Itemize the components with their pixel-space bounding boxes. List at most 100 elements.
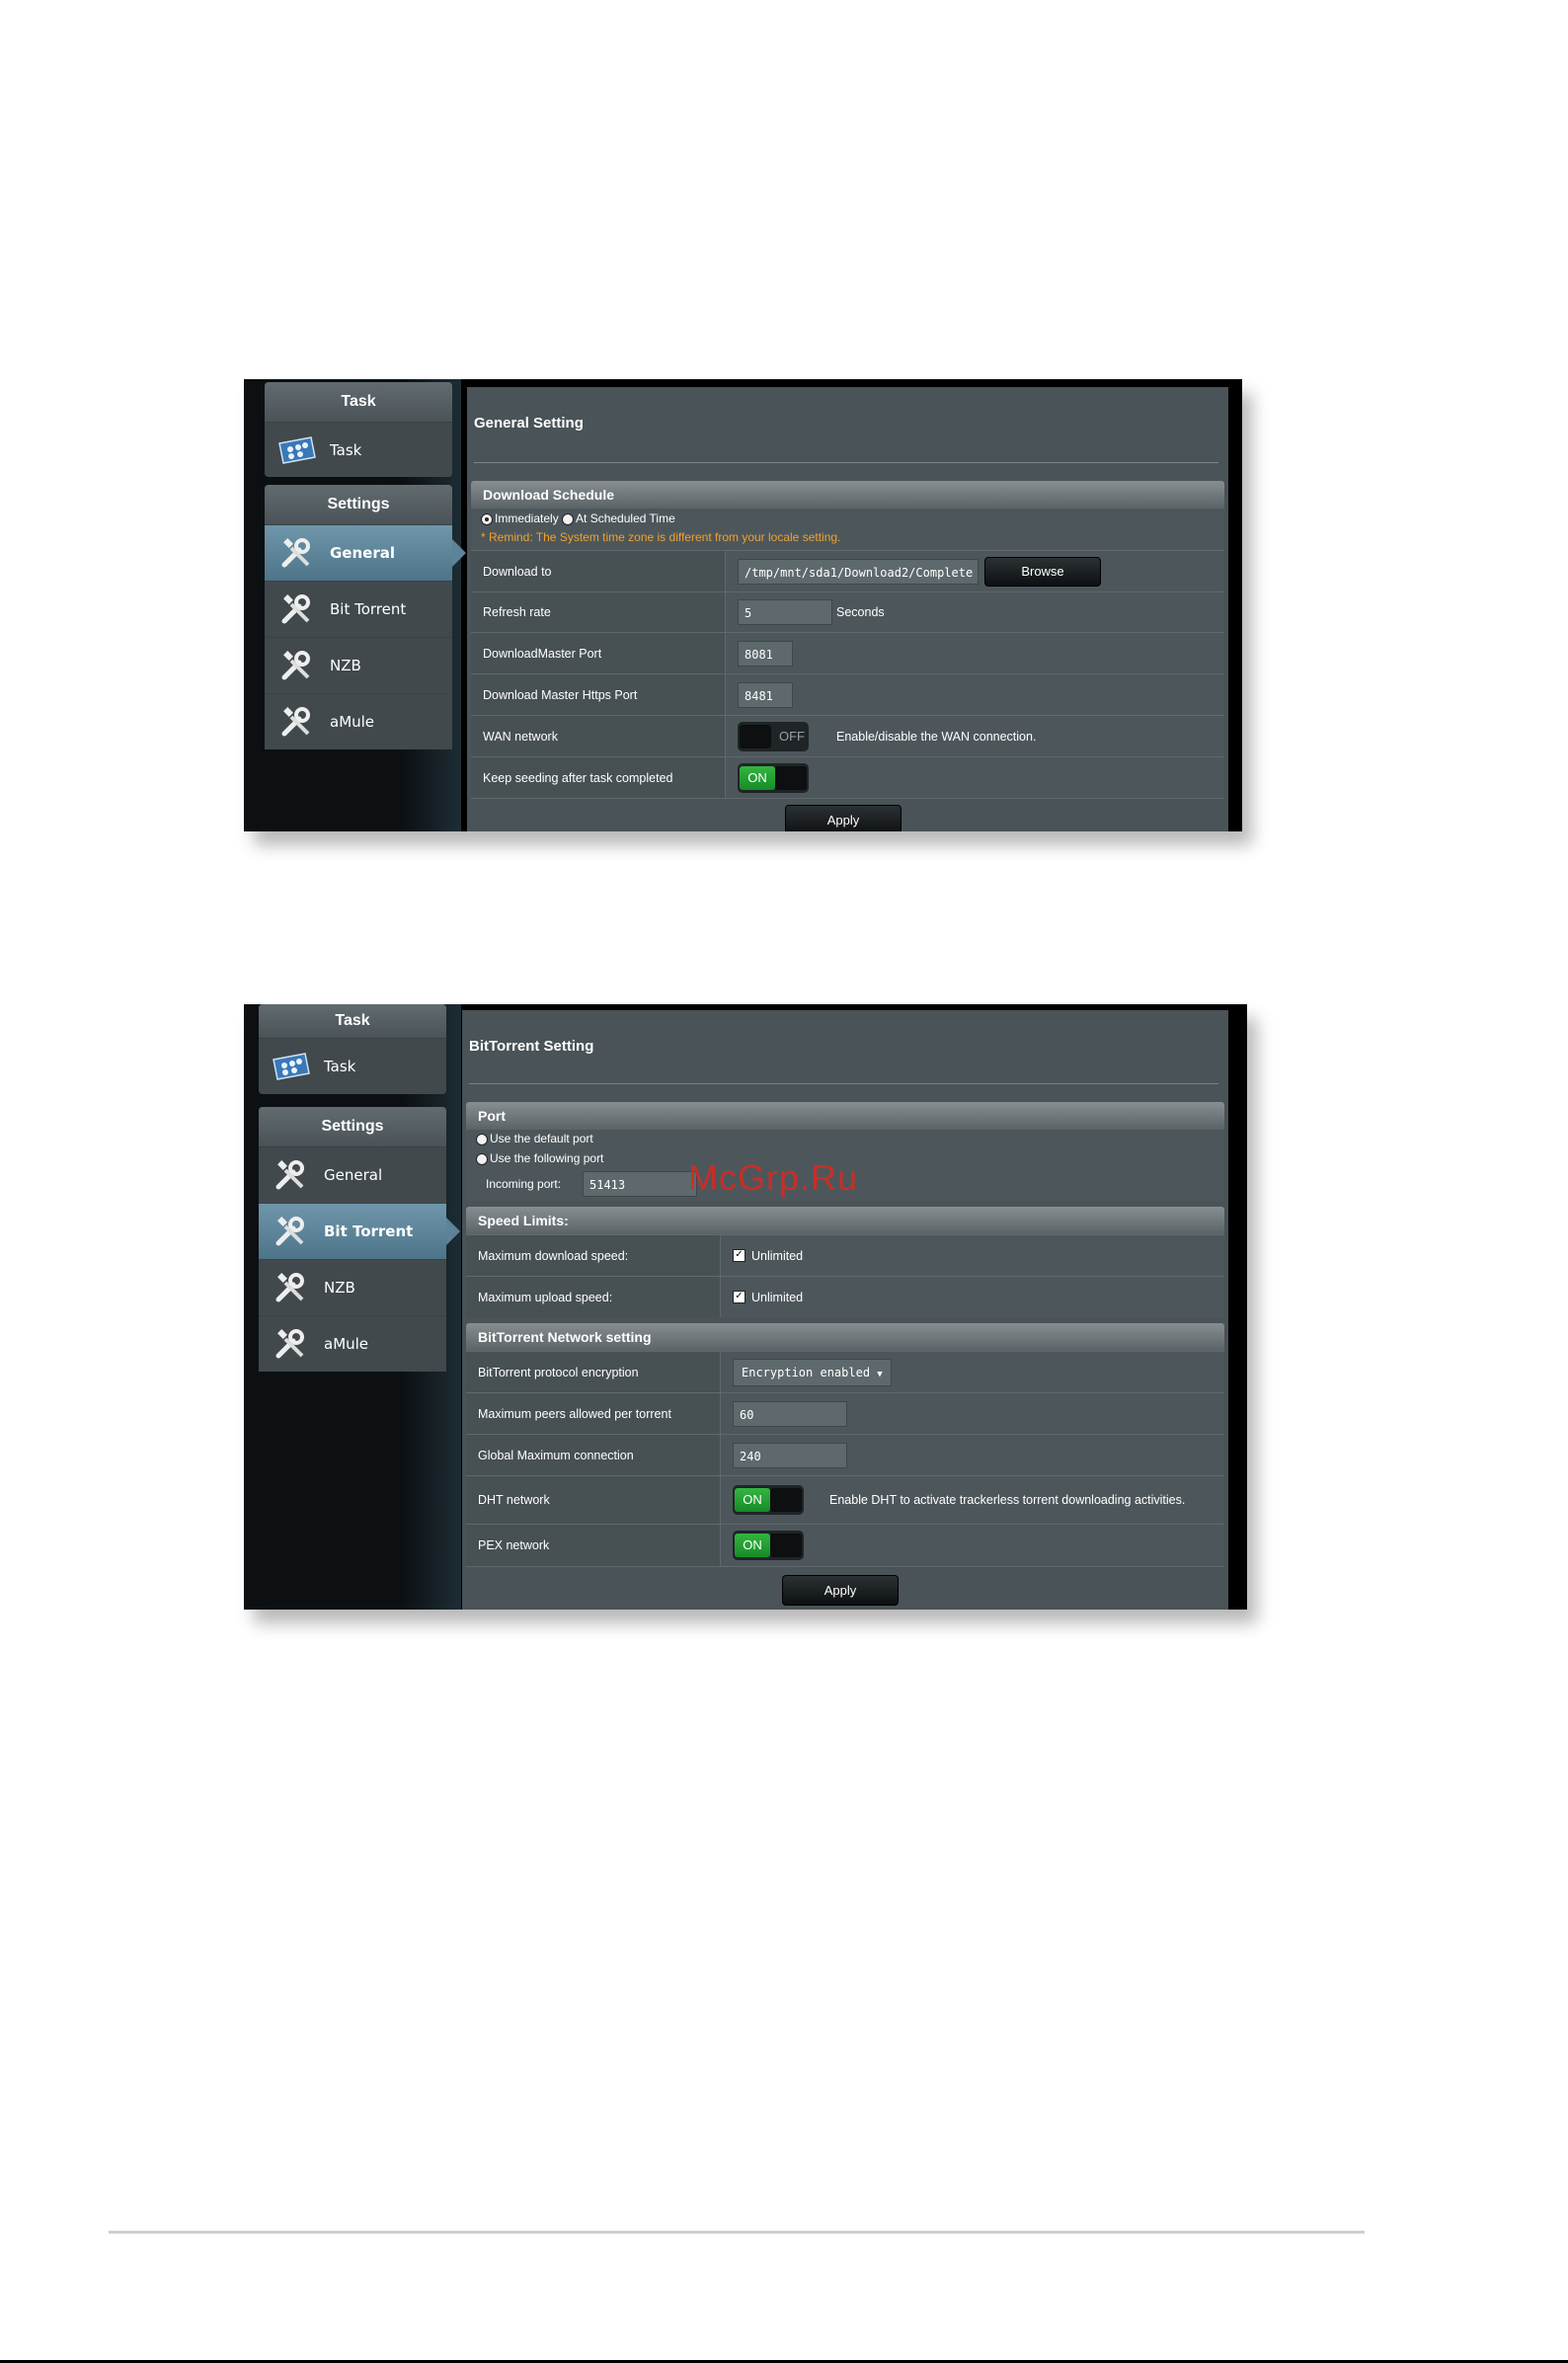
wan-description: Enable/disable the WAN connection. bbox=[836, 729, 1037, 744]
incoming-port-label: Incoming port: bbox=[486, 1177, 562, 1191]
download-to-label: Download to bbox=[471, 551, 726, 591]
radio-following-port[interactable] bbox=[476, 1152, 488, 1165]
section-header-speed-limits: Speed Limits: bbox=[466, 1207, 1224, 1234]
section-header-port: Port bbox=[466, 1102, 1224, 1130]
wrench-screwdriver-icon bbox=[269, 1212, 312, 1251]
timezone-remind: * Remind: The System time zone is differ… bbox=[481, 530, 841, 544]
sidebar-item-label: NZB bbox=[324, 1279, 355, 1297]
page-title: General Setting bbox=[474, 415, 584, 432]
sidebar-item-bit-torrent[interactable]: Bit Torrent bbox=[259, 1203, 460, 1259]
chevron-down-icon: ▼ bbox=[877, 1369, 883, 1379]
sidebar-item-label: Bit Torrent bbox=[330, 600, 407, 618]
task-panel: Task Task bbox=[265, 382, 452, 477]
sidebar-item-label: Task bbox=[324, 1058, 356, 1075]
wrench-screwdriver-icon bbox=[269, 1324, 312, 1364]
encryption-select[interactable]: Encryption enabled ▼ bbox=[733, 1358, 892, 1386]
sidebar-item-label: General bbox=[324, 1166, 383, 1184]
radio-scheduled-label: At Scheduled Time bbox=[576, 512, 675, 525]
keep-seeding-state: ON bbox=[740, 765, 775, 790]
page-title: BitTorrent Setting bbox=[469, 1038, 594, 1055]
global-max-input[interactable]: 240 bbox=[733, 1442, 847, 1468]
browse-button[interactable]: Browse bbox=[984, 556, 1101, 587]
wrench-screwdriver-icon bbox=[274, 702, 318, 742]
bittorrent-setting-panel: BitTorrent Setting Port Use the default … bbox=[462, 1010, 1228, 1610]
downloadmaster-port-label: DownloadMaster Port bbox=[471, 633, 726, 673]
sidebar-item-task[interactable]: Task bbox=[259, 1038, 446, 1094]
https-port-input[interactable]: 8481 bbox=[738, 681, 793, 708]
task-panel: Task Task bbox=[259, 1004, 446, 1094]
wan-network-toggle[interactable]: OFF bbox=[738, 721, 809, 751]
sidebar-item-amule[interactable]: aMule bbox=[259, 1315, 446, 1372]
wan-network-label: WAN network bbox=[471, 716, 726, 756]
task-header: Task bbox=[259, 1004, 446, 1038]
task-header: Task bbox=[265, 382, 452, 422]
watermark-text: McGrp.Ru bbox=[688, 1157, 859, 1198]
sidebar-item-label: Bit Torrent bbox=[324, 1222, 414, 1240]
radio-default-port-label: Use the default port bbox=[490, 1132, 593, 1145]
refresh-rate-input[interactable]: 5 bbox=[738, 599, 832, 625]
section-header-download-schedule: Download Schedule bbox=[471, 481, 1224, 509]
settings-header: Settings bbox=[265, 485, 452, 524]
incoming-port-input[interactable]: 51413 bbox=[583, 1171, 697, 1197]
task-icon bbox=[274, 431, 318, 470]
wrench-screwdriver-icon bbox=[269, 1268, 312, 1307]
wrench-screwdriver-icon bbox=[274, 590, 318, 629]
pex-toggle-state: ON bbox=[735, 1534, 770, 1557]
sidebar-item-label: General bbox=[330, 544, 395, 562]
sidebar-item-label: NZB bbox=[330, 657, 361, 674]
sidebar-item-label: Task bbox=[330, 441, 362, 459]
general-setting-screenshot: Task Task Settings General Bit Torrent N… bbox=[244, 379, 1242, 831]
radio-immediately-label: Immediately bbox=[495, 512, 559, 525]
max-upload-checkbox[interactable]: ✓ bbox=[733, 1291, 745, 1303]
apply-button[interactable]: Apply bbox=[785, 805, 902, 831]
sidebar-item-label: aMule bbox=[330, 713, 375, 731]
sidebar-item-nzb[interactable]: NZB bbox=[259, 1259, 446, 1315]
dht-description: Enable DHT to activate trackerless torre… bbox=[829, 1493, 1186, 1507]
https-port-label: Download Master Https Port bbox=[471, 674, 726, 715]
apply-button[interactable]: Apply bbox=[782, 1575, 899, 1606]
refresh-rate-label: Refresh rate bbox=[471, 592, 726, 632]
section-header-network: BitTorrent Network setting bbox=[466, 1323, 1224, 1351]
sidebar-item-amule[interactable]: aMule bbox=[265, 693, 452, 749]
task-icon bbox=[269, 1047, 312, 1086]
downloadmaster-port-input[interactable]: 8081 bbox=[738, 640, 793, 667]
radio-following-port-label: Use the following port bbox=[490, 1151, 604, 1165]
encryption-select-value: Encryption enabled bbox=[742, 1365, 871, 1379]
max-download-checkbox[interactable]: ✓ bbox=[733, 1249, 745, 1262]
radio-default-port[interactable] bbox=[476, 1133, 488, 1145]
sidebar-item-general[interactable]: General bbox=[259, 1146, 446, 1203]
settings-header: Settings bbox=[259, 1107, 446, 1146]
max-download-label: Maximum download speed: bbox=[466, 1235, 721, 1276]
wrench-screwdriver-icon bbox=[274, 646, 318, 685]
pex-network-toggle[interactable]: ON bbox=[733, 1531, 804, 1560]
download-to-input[interactable]: /tmp/mnt/sda1/Download2/Complete bbox=[738, 558, 979, 585]
settings-panel: Settings General Bit Torrent NZB aMule bbox=[265, 485, 466, 749]
refresh-rate-unit: Seconds bbox=[836, 605, 885, 619]
wan-toggle-state: OFF bbox=[779, 728, 805, 744]
max-peers-input[interactable]: 60 bbox=[733, 1400, 847, 1427]
radio-scheduled[interactable] bbox=[562, 512, 575, 525]
sidebar-item-task[interactable]: Task bbox=[265, 422, 452, 477]
sidebar-item-general[interactable]: General bbox=[265, 524, 466, 581]
bittorrent-setting-screenshot: Task Task Settings General Bit Torrent N… bbox=[244, 1004, 1247, 1610]
encryption-label: BitTorrent protocol encryption bbox=[466, 1352, 721, 1392]
general-setting-panel: General Setting Download Schedule Immedi… bbox=[467, 387, 1228, 831]
max-download-value: Unlimited bbox=[751, 1248, 804, 1263]
dht-network-toggle[interactable]: ON bbox=[733, 1485, 804, 1515]
max-peers-label: Maximum peers allowed per torrent bbox=[466, 1393, 721, 1434]
sidebar-item-nzb[interactable]: NZB bbox=[265, 637, 452, 693]
global-max-label: Global Maximum connection bbox=[466, 1435, 721, 1475]
page-divider bbox=[109, 2231, 1365, 2234]
wrench-screwdriver-icon bbox=[269, 1155, 312, 1195]
max-upload-value: Unlimited bbox=[751, 1290, 804, 1304]
sidebar-item-label: aMule bbox=[324, 1335, 369, 1353]
max-upload-label: Maximum upload speed: bbox=[466, 1277, 721, 1317]
dht-network-label: DHT network bbox=[466, 1476, 721, 1524]
pex-network-label: PEX network bbox=[466, 1525, 721, 1566]
settings-panel: Settings General Bit Torrent NZB aMule bbox=[259, 1107, 460, 1372]
keep-seeding-toggle[interactable]: ON bbox=[738, 762, 809, 793]
sidebar-item-bit-torrent[interactable]: Bit Torrent bbox=[265, 581, 452, 637]
dht-toggle-state: ON bbox=[735, 1488, 770, 1512]
radio-immediately[interactable] bbox=[481, 512, 493, 525]
wrench-screwdriver-icon bbox=[274, 533, 318, 573]
